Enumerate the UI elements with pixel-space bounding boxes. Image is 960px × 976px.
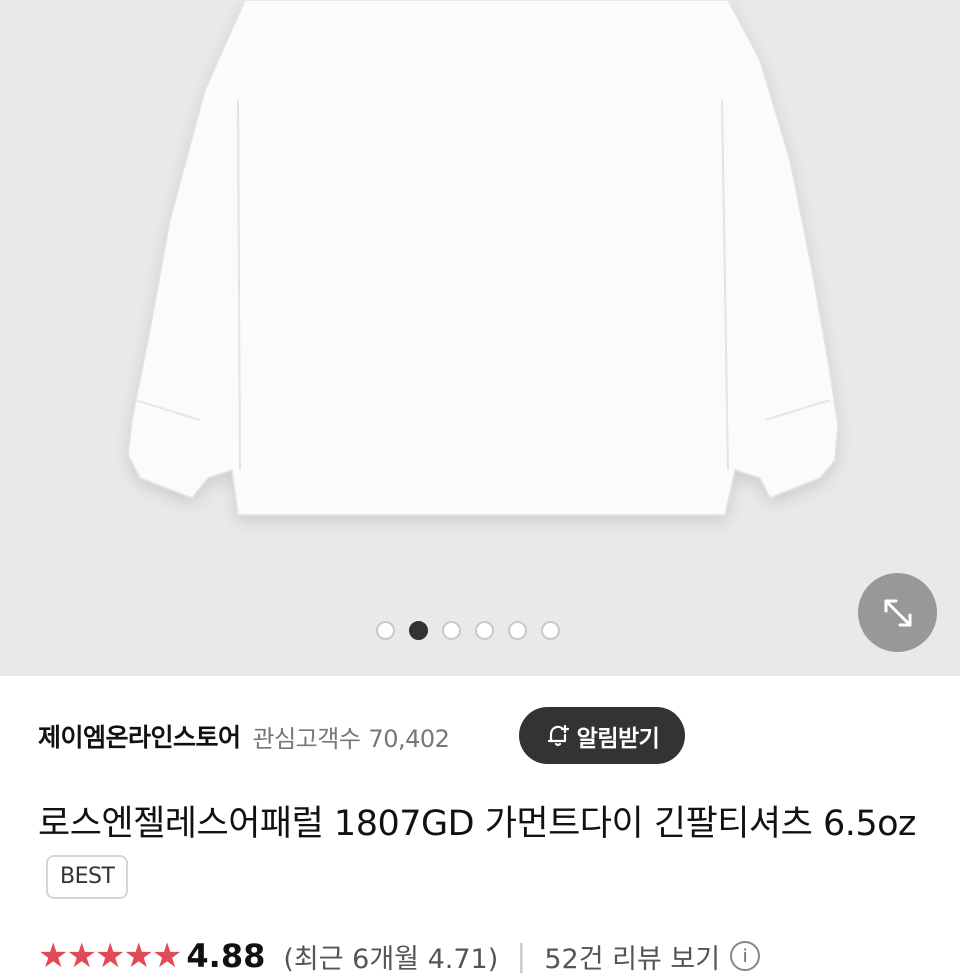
store-name[interactable]: 제이엠온라인스토어	[38, 718, 241, 754]
gallery-pagination	[376, 621, 560, 640]
gallery-dot-5[interactable]	[508, 621, 527, 640]
gallery-dot-6[interactable]	[541, 621, 560, 640]
expand-image-button[interactable]	[858, 573, 937, 652]
rating-separator: |	[516, 938, 527, 974]
followers-label: 관심고객수	[252, 724, 361, 753]
gallery-dot-2[interactable]	[409, 621, 428, 640]
followers-count: 70,402	[368, 724, 450, 753]
info-icon[interactable]: i	[730, 941, 761, 971]
followers: 관심고객수 70,402	[253, 719, 450, 754]
recent-rating: (최근 6개월 4.71)	[283, 943, 499, 975]
product-title: 로스엔젤레스어패럴 1807GD 가먼트다이 긴팔티셔츠 6.5oz BEST	[38, 796, 938, 908]
alert-button-label: 알림받기	[576, 725, 660, 752]
rating-summary: ★★★★★ 4.88 (최근 6개월 4.71) | 52건 리뷰 보기 i	[38, 936, 761, 976]
product-image-gallery[interactable]	[0, 0, 960, 676]
review-link[interactable]: 52건 리뷰 보기	[544, 937, 720, 976]
rating-score: 4.88	[186, 937, 266, 975]
rating-stars: ★★★★★	[38, 936, 182, 976]
bell-plus-icon	[547, 724, 569, 746]
product-title-text: 로스엔젤레스어패럴 1807GD 가먼트다이 긴팔티셔츠 6.5oz	[38, 804, 916, 844]
product-image	[127, 0, 839, 516]
store-info: 제이엠온라인스토어 관심고객수 70,402 알림받기	[38, 707, 960, 765]
expand-arrows-icon	[884, 599, 911, 626]
alert-button[interactable]: 알림받기	[519, 707, 685, 764]
gallery-dot-3[interactable]	[442, 621, 461, 640]
gallery-dot-4[interactable]	[475, 621, 494, 640]
best-badge: BEST	[46, 855, 129, 899]
gallery-dot-1[interactable]	[376, 621, 395, 640]
